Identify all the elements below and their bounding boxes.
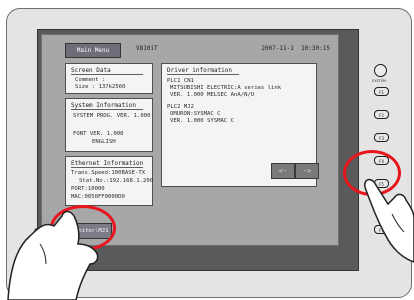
left-hand [7, 210, 99, 300]
right-hand [363, 178, 414, 263]
hand-illustrations [7, 178, 414, 300]
